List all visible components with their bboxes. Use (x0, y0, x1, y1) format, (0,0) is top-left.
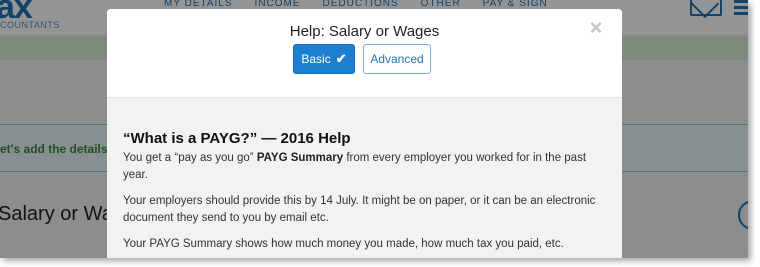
help-content: “What is a PAYG?” — 2016 Help You get a … (123, 130, 603, 258)
advanced-button[interactable]: Advanced (363, 44, 431, 74)
modal-header: Help: Salary or Wages × Basic ✔ Advanced (107, 9, 622, 98)
close-icon[interactable]: × (588, 17, 604, 39)
help-paragraph-3: Your PAYG Summary shows how much money y… (123, 238, 564, 250)
advanced-button-label: Advanced (370, 52, 424, 66)
help-paragraph-1: You get a “pay as you go” PAYG Summary f… (123, 152, 587, 181)
modal-body: “What is a PAYG?” — 2016 Help You get a … (107, 98, 622, 258)
help-paragraph-2: Your employers should provide this by 14… (123, 195, 596, 224)
modal-title: Help: Salary or Wages (289, 23, 440, 40)
help-level-toggle: Basic ✔ Advanced (293, 44, 431, 74)
basic-button[interactable]: Basic ✔ (293, 44, 355, 74)
basic-button-label: Basic (301, 52, 331, 66)
checkmark-icon: ✔ (335, 51, 347, 66)
payg-summary-emphasis: PAYG Summary (256, 152, 344, 164)
help-modal: Help: Salary or Wages × Basic ✔ Advanced… (107, 9, 622, 258)
help-heading: “What is a PAYG?” — 2016 Help (123, 130, 351, 147)
